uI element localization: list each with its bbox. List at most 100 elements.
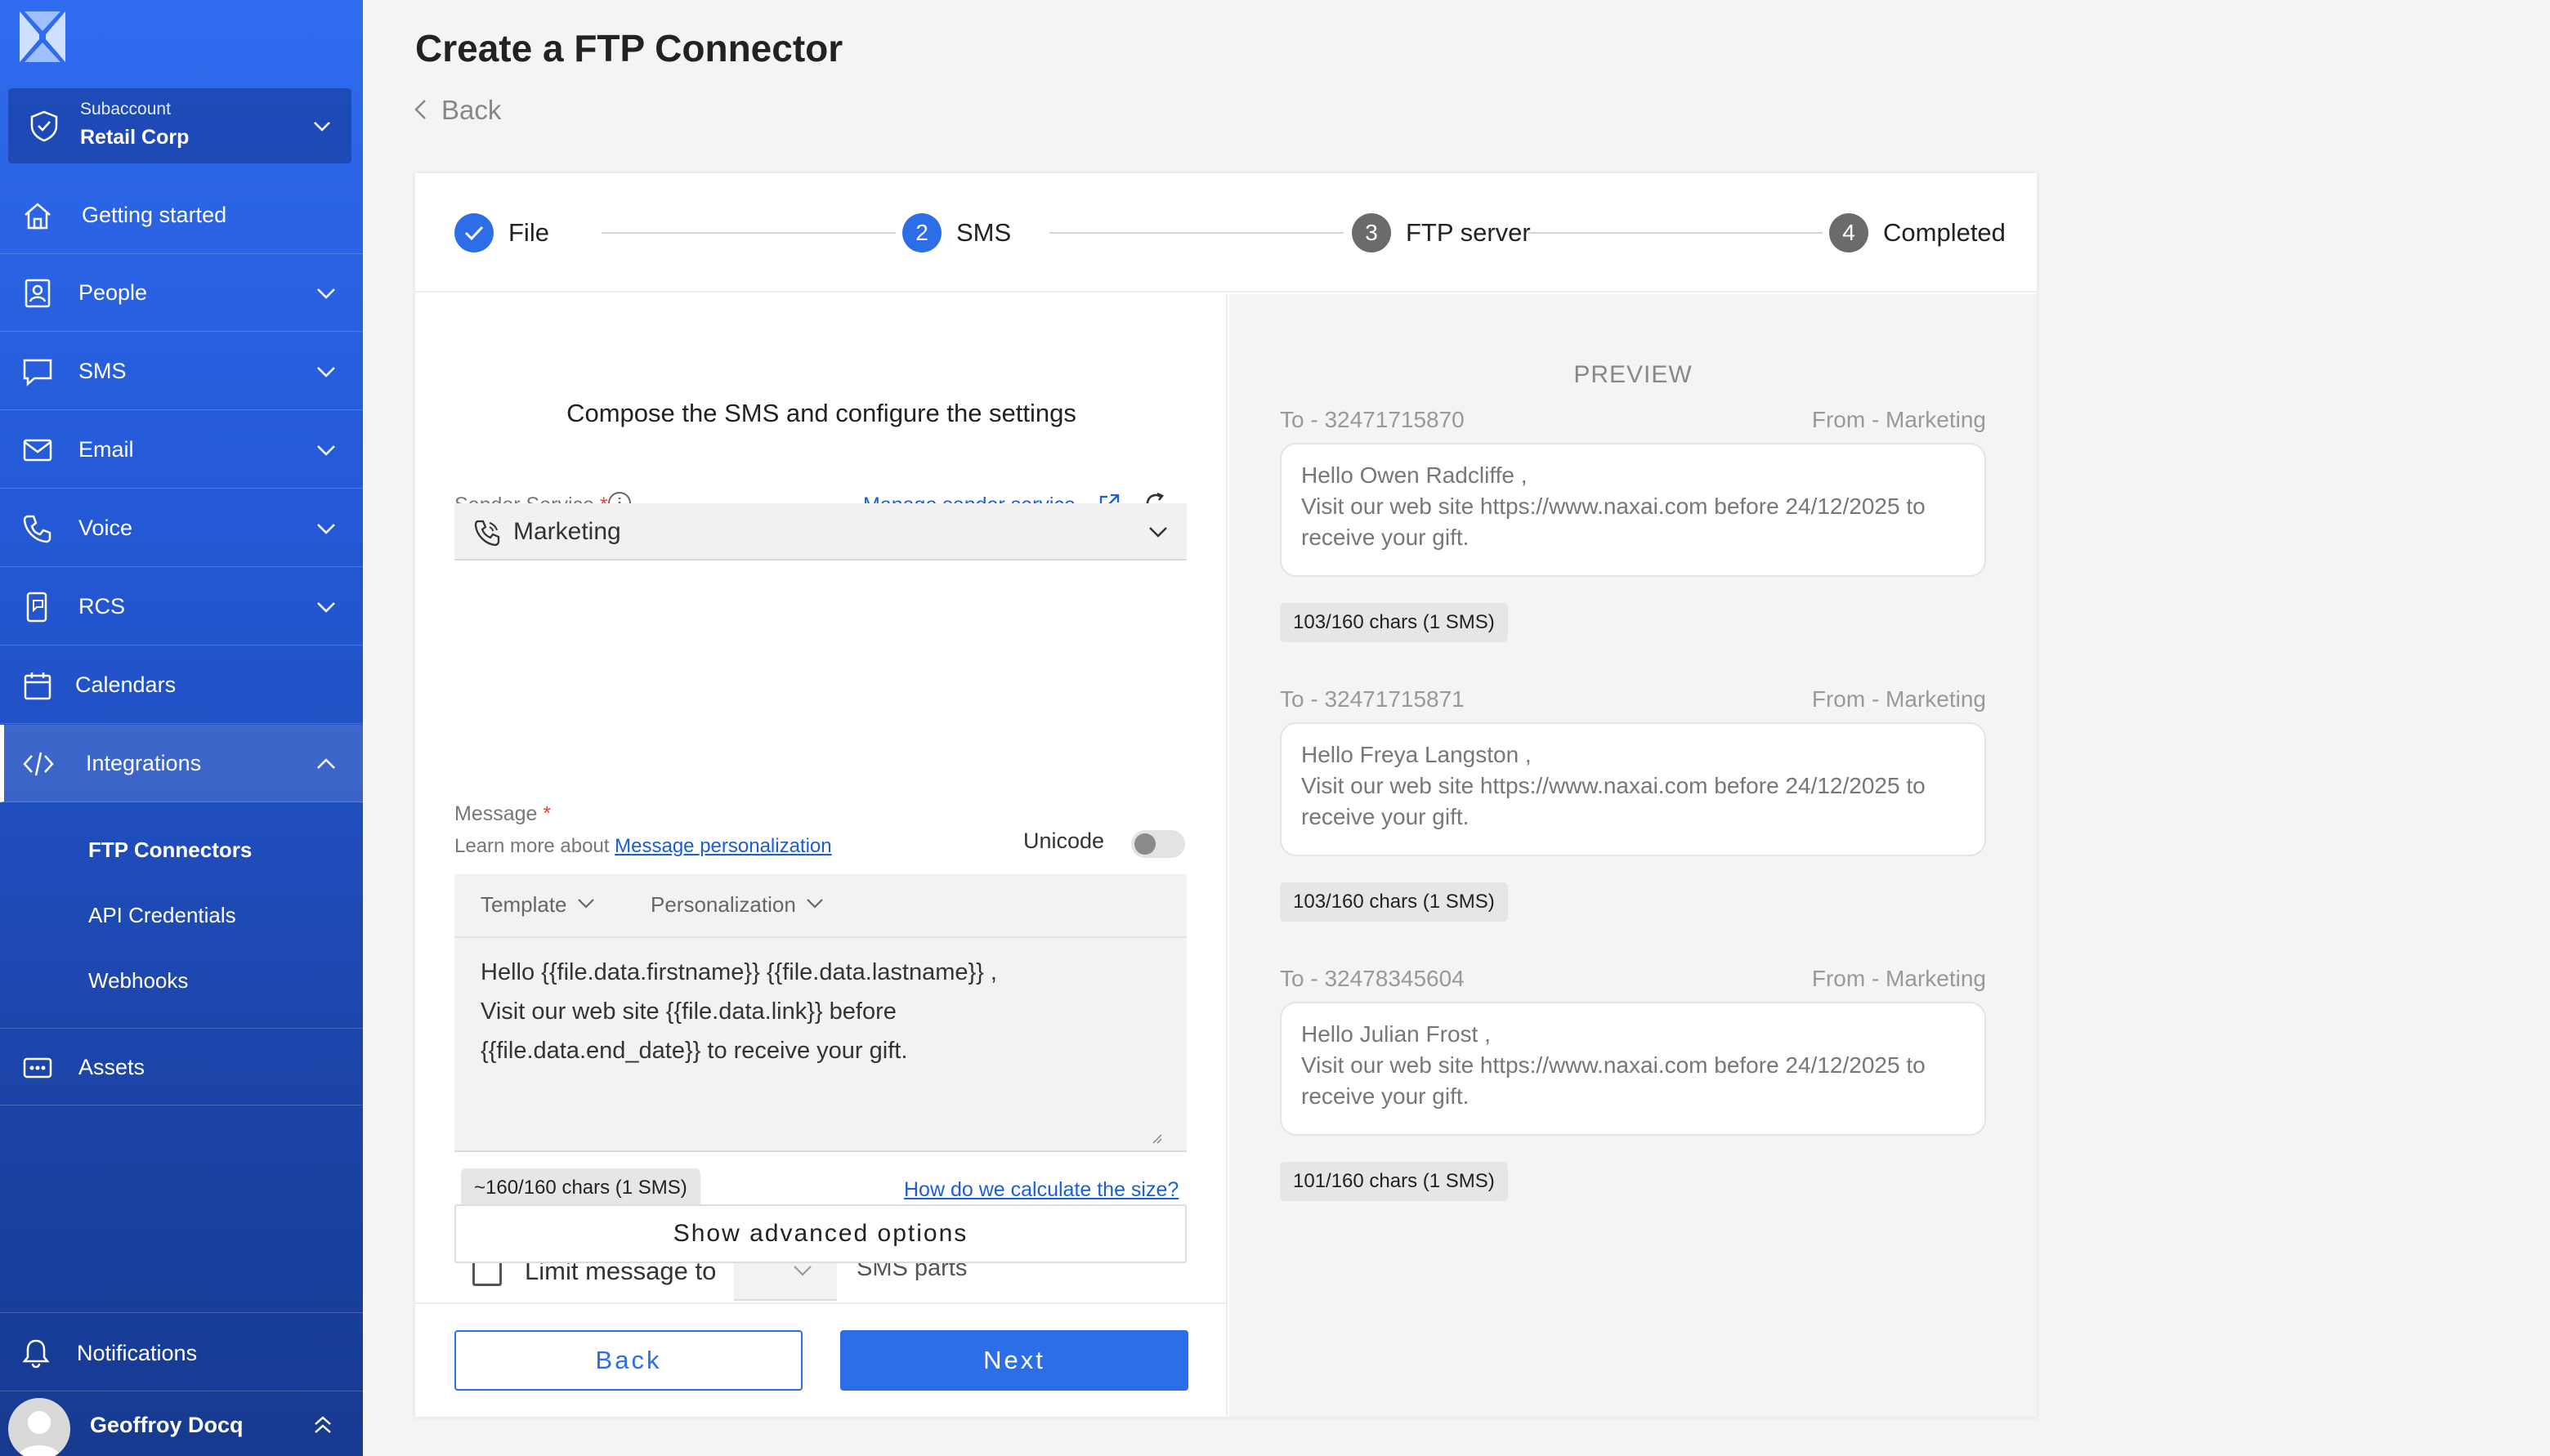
sidebar-subitem-ftp-connectors[interactable]: FTP Connectors	[88, 837, 252, 863]
editor-toolbar: Template Personalization	[454, 874, 1187, 938]
avatar	[8, 1398, 70, 1456]
rcs-icon	[26, 592, 47, 623]
message-label: Message *	[454, 802, 552, 825]
personalization-dropdown[interactable]: Personalization	[651, 892, 824, 918]
preview-message-bubble: Hello Julian Frost , Visit our web site …	[1280, 1002, 1986, 1136]
preview-line: Visit our web site https://www.naxai.com…	[1301, 494, 1926, 519]
user-silhouette-icon	[17, 1411, 61, 1456]
step-sms[interactable]: 2 SMS	[902, 212, 1011, 253]
preview-to: To - 32478345604	[1280, 966, 1465, 991]
sender-service-select[interactable]: Marketing	[454, 503, 1187, 561]
sidebar-subitem-webhooks[interactable]: Webhooks	[88, 968, 188, 994]
sidebar-item-label: SMS	[78, 359, 127, 383]
step-label: FTP server	[1406, 218, 1531, 247]
calendar-icon	[24, 672, 51, 700]
preview-from: From - Marketing	[1811, 407, 1986, 432]
step-number: 3	[1352, 213, 1391, 252]
unicode-label: Unicode	[1023, 828, 1105, 853]
preview-char-count: 101/160 chars (1 SMS)	[1280, 1162, 1508, 1201]
connector-wizard-card: File 2 SMS 3 FTP server 4 Completed Comp…	[415, 173, 2037, 1417]
sidebar-item-email[interactable]: Email	[0, 411, 363, 489]
subaccount-name: Retail Corp	[80, 126, 190, 149]
sidebar-item-label: People	[78, 280, 148, 305]
logo-icon[interactable]	[18, 10, 67, 64]
personalization-link[interactable]: Message personalization	[615, 835, 832, 857]
message-line: Hello {{file.data.firstname}} {{file.dat…	[481, 959, 997, 985]
step-connector	[602, 232, 896, 234]
preview-message-bubble: Hello Owen Radcliffe , Visit our web sit…	[1280, 443, 1986, 577]
message-editor[interactable]: Template Personalization Hello {{file.da…	[454, 874, 1187, 1152]
assets-icon	[23, 1057, 52, 1079]
preview-from: From - Marketing	[1811, 686, 1986, 712]
subaccount-label: Subaccount	[80, 100, 171, 118]
step-file[interactable]: File	[454, 212, 549, 253]
sidebar: Subaccount Retail Corp Getting started P…	[0, 0, 363, 1456]
step-completed[interactable]: 4 Completed	[1829, 212, 2006, 253]
preview-line: Hello Freya Langston ,	[1301, 742, 1532, 767]
preview-to: To - 32471715870	[1280, 407, 1465, 432]
chevron-left-icon	[414, 100, 426, 119]
toggle-knob	[1134, 833, 1156, 855]
chevron-down-icon	[317, 367, 335, 377]
email-icon	[23, 439, 52, 462]
resize-handle-icon[interactable]	[1149, 1131, 1162, 1144]
step-number: 4	[1829, 213, 1868, 252]
step-number: 2	[902, 213, 942, 252]
back-link-label: Back	[441, 95, 502, 125]
sidebar-item-rcs[interactable]: RCS	[0, 568, 363, 645]
sidebar-item-label: Email	[78, 437, 134, 462]
sidebar-item-assets[interactable]: Assets	[0, 1028, 363, 1105]
step-label: File	[508, 218, 549, 247]
form-heading: Compose the SMS and configure the settin…	[566, 399, 1076, 427]
user-name: Geoffroy Docq	[90, 1413, 244, 1437]
sidebar-item-voice[interactable]: Voice	[0, 489, 363, 567]
sidebar-item-label: Assets	[78, 1055, 145, 1079]
sender-service-value: Marketing	[513, 518, 621, 545]
preview-line: receive your gift.	[1301, 804, 1470, 829]
show-advanced-options-button[interactable]: Show advanced options	[454, 1204, 1187, 1263]
sidebar-subitem-api-credentials[interactable]: API Credentials	[88, 903, 236, 928]
sidebar-item-label: Voice	[78, 516, 133, 540]
chevron-down-icon	[317, 602, 335, 613]
step-connector	[1528, 232, 1823, 234]
message-line: Visit our web site {{file.data.link}} be…	[481, 998, 897, 1025]
back-link[interactable]: Back	[412, 95, 501, 126]
message-line: {{file.data.end_date}} to receive your g…	[481, 1038, 908, 1064]
preview-from: From - Marketing	[1811, 966, 1986, 991]
char-count-badge: ~160/160 chars (1 SMS)	[461, 1168, 700, 1208]
next-button[interactable]: Next	[840, 1330, 1188, 1391]
footer-divider	[415, 1302, 1228, 1304]
preview-pane: PREVIEW To - 32471715870 From - Marketin…	[1229, 294, 2037, 1417]
sidebar-item-integrations[interactable]: Integrations	[0, 725, 363, 802]
sidebar-item-sms[interactable]: SMS	[0, 333, 363, 410]
sidebar-item-notifications[interactable]: Notifications	[0, 1312, 363, 1391]
page-title: Create a FTP Connector	[415, 27, 843, 69]
preview-char-count: 103/160 chars (1 SMS)	[1280, 603, 1508, 642]
unicode-toggle[interactable]	[1131, 830, 1185, 858]
size-calc-link[interactable]: How do we calculate the size?	[904, 1178, 1179, 1202]
back-button[interactable]: Back	[454, 1330, 803, 1391]
user-menu[interactable]: Geoffroy Docq	[0, 1391, 363, 1456]
subaccount-switcher[interactable]: Subaccount Retail Corp	[8, 88, 351, 163]
preview-line: receive your gift.	[1301, 1083, 1470, 1109]
chevron-down-icon	[317, 288, 335, 299]
chevron-down-icon	[794, 1266, 812, 1276]
template-dropdown[interactable]: Template	[481, 892, 595, 918]
required-mark: *	[543, 802, 552, 825]
chevron-double-up-icon	[315, 1416, 331, 1433]
sidebar-item-getting-started[interactable]: Getting started	[0, 176, 363, 254]
chevron-down-icon	[1149, 527, 1167, 538]
chevron-down-icon	[317, 524, 335, 534]
sidebar-item-calendars[interactable]: Calendars	[0, 646, 363, 724]
preview-line: Hello Julian Frost ,	[1301, 1021, 1491, 1047]
chevron-down-icon	[317, 445, 335, 456]
check-icon	[464, 226, 484, 241]
code-icon	[23, 752, 54, 776]
sidebar-item-people[interactable]: People	[0, 254, 363, 332]
sidebar-item-label: Integrations	[86, 751, 202, 775]
step-ftp-server[interactable]: 3 FTP server	[1352, 212, 1531, 253]
preview-char-count: 103/160 chars (1 SMS)	[1280, 882, 1508, 922]
sidebar-item-label: Calendars	[75, 672, 177, 697]
step-done-circle	[454, 213, 494, 252]
sms-form-pane: Compose the SMS and configure the settin…	[415, 294, 1228, 1417]
